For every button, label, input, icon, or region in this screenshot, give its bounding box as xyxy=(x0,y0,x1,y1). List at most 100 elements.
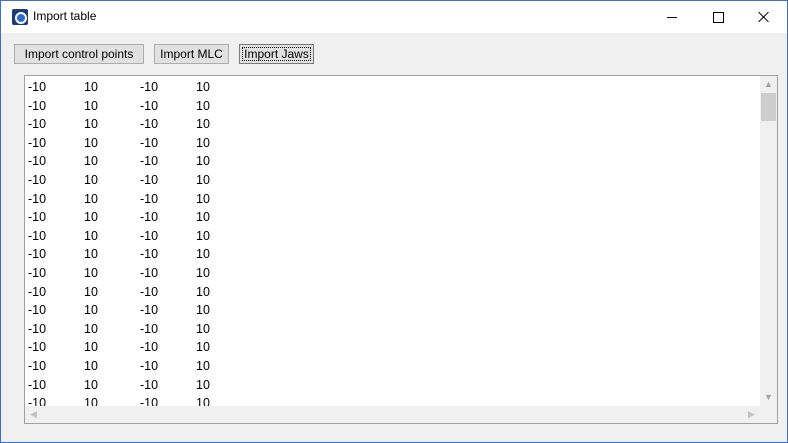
table-cell: -10 xyxy=(28,80,47,94)
table-cell: -10 xyxy=(28,117,47,132)
table-cell: 10 xyxy=(196,210,210,225)
table-cell: 10 xyxy=(196,135,210,150)
scroll-thumb[interactable] xyxy=(761,93,776,121)
table-cell: -10 xyxy=(140,228,159,243)
table-cell: 10 xyxy=(196,396,210,406)
scrollbar-corner xyxy=(760,406,777,423)
table-cell: 10 xyxy=(196,321,210,336)
table-row: -10 10 -10 10 xyxy=(26,152,760,171)
scroll-left-icon[interactable]: ◀ xyxy=(25,406,42,423)
scroll-right-icon[interactable]: ▶ xyxy=(743,406,760,423)
table-cell: 10 xyxy=(84,98,98,113)
import-jaws-button[interactable]: Import Jaws xyxy=(239,44,314,64)
import-mlc-button[interactable]: Import MLC xyxy=(154,44,229,64)
table-row: -10 10 -10 10 xyxy=(26,208,760,227)
table-cell: -10 xyxy=(140,247,159,262)
table-cell: 10 xyxy=(84,80,98,94)
table-cell: 10 xyxy=(84,154,98,169)
table-cell: -10 xyxy=(140,210,159,225)
table-cell: -10 xyxy=(28,210,47,225)
table-cell: 10 xyxy=(196,284,210,299)
scroll-up-icon[interactable]: ▲ xyxy=(760,76,777,93)
table-cell: -10 xyxy=(140,377,159,392)
table-row: -10 10 -10 10 xyxy=(26,97,760,116)
table-row: -10 10 -10 10 xyxy=(26,134,760,153)
table-cell: -10 xyxy=(28,172,47,187)
table-cell: -10 xyxy=(140,117,159,132)
import-table-window: Import table Import control points Impor… xyxy=(0,0,788,443)
table-cell: 10 xyxy=(84,117,98,132)
minimize-button[interactable] xyxy=(649,1,695,33)
table-cell: -10 xyxy=(140,340,159,355)
table-row: -10 10 -10 10 xyxy=(26,171,760,190)
table-cell: 10 xyxy=(84,210,98,225)
table-cell: -10 xyxy=(28,191,47,206)
table-row: -10 10 -10 10 xyxy=(26,190,760,209)
table-cell: 10 xyxy=(196,172,210,187)
table-cell: 10 xyxy=(84,396,98,406)
table-cell: -10 xyxy=(28,377,47,392)
minimize-icon xyxy=(667,16,677,18)
table-cell: 10 xyxy=(84,135,98,150)
table-cell: 10 xyxy=(196,303,210,318)
table-cell: 10 xyxy=(84,191,98,206)
table-cell: 10 xyxy=(196,154,210,169)
table-textbox[interactable]: -10 10 -10 10 -10 10 -10 10 -10 10 -10 10 -10 10 -10 10… xyxy=(24,75,778,424)
table-row: -10 10 -10 10 xyxy=(26,115,760,134)
table-rows: -10 10 -10 10 -10 10 -10 10 -10 10 -10 10 -10 10 -10 10… xyxy=(26,78,760,406)
table-cell: -10 xyxy=(140,321,159,336)
table-cell: -10 xyxy=(28,284,47,299)
table-row: -10 10 -10 10 xyxy=(26,227,760,246)
maximize-icon xyxy=(712,11,724,23)
table-cell: 10 xyxy=(84,321,98,336)
table-row: -10 10 -10 10 xyxy=(26,264,760,283)
table-cell: -10 xyxy=(140,284,159,299)
table-cell: 10 xyxy=(196,340,210,355)
table-row: -10 10 -10 10 xyxy=(26,394,760,406)
window-title: Import table xyxy=(33,9,97,23)
table-cell: 10 xyxy=(84,303,98,318)
table-cell: 10 xyxy=(196,228,210,243)
table-cell: -10 xyxy=(140,80,159,94)
horizontal-scrollbar[interactable]: ◀ ▶ xyxy=(25,406,760,423)
table-cell: 10 xyxy=(196,377,210,392)
close-icon xyxy=(758,11,770,23)
table-cell: 10 xyxy=(84,377,98,392)
table-row: -10 10 -10 10 xyxy=(26,376,760,395)
table-cell: -10 xyxy=(28,396,47,406)
maximize-button[interactable] xyxy=(695,1,741,33)
table-cell: -10 xyxy=(140,135,159,150)
table-cell: 10 xyxy=(84,247,98,262)
import-control-points-button[interactable]: Import control points xyxy=(14,44,144,64)
table-cell: -10 xyxy=(140,172,159,187)
vertical-scrollbar[interactable]: ▲ ▼ xyxy=(760,76,777,406)
table-cell: 10 xyxy=(196,117,210,132)
table-cell: 10 xyxy=(84,228,98,243)
table-cell: -10 xyxy=(28,247,47,262)
table-cell: -10 xyxy=(28,358,47,373)
table-row: -10 10 -10 10 xyxy=(26,320,760,339)
table-cell: 10 xyxy=(84,340,98,355)
table-row: -10 10 -10 10 xyxy=(26,338,760,357)
scroll-down-icon[interactable]: ▼ xyxy=(760,389,777,406)
table-cell: -10 xyxy=(140,265,159,280)
table-cell: -10 xyxy=(140,154,159,169)
table-cell: -10 xyxy=(140,98,159,113)
table-cell: -10 xyxy=(28,265,47,280)
table-cell: -10 xyxy=(28,321,47,336)
table-cell: 10 xyxy=(196,358,210,373)
app-icon xyxy=(12,9,28,25)
table-cell: -10 xyxy=(28,303,47,318)
table-cell: 10 xyxy=(196,265,210,280)
title-bar[interactable]: Import table xyxy=(1,1,787,33)
table-cell: 10 xyxy=(196,80,210,94)
table-cell: -10 xyxy=(28,340,47,355)
table-cell: -10 xyxy=(140,191,159,206)
table-cell: -10 xyxy=(140,396,159,406)
table-cell: -10 xyxy=(140,303,159,318)
table-cell: -10 xyxy=(28,154,47,169)
close-button[interactable] xyxy=(741,1,787,33)
table-row: -10 10 -10 10 xyxy=(26,283,760,302)
table-row: -10 10 -10 10 xyxy=(26,357,760,376)
table-cell: 10 xyxy=(196,98,210,113)
